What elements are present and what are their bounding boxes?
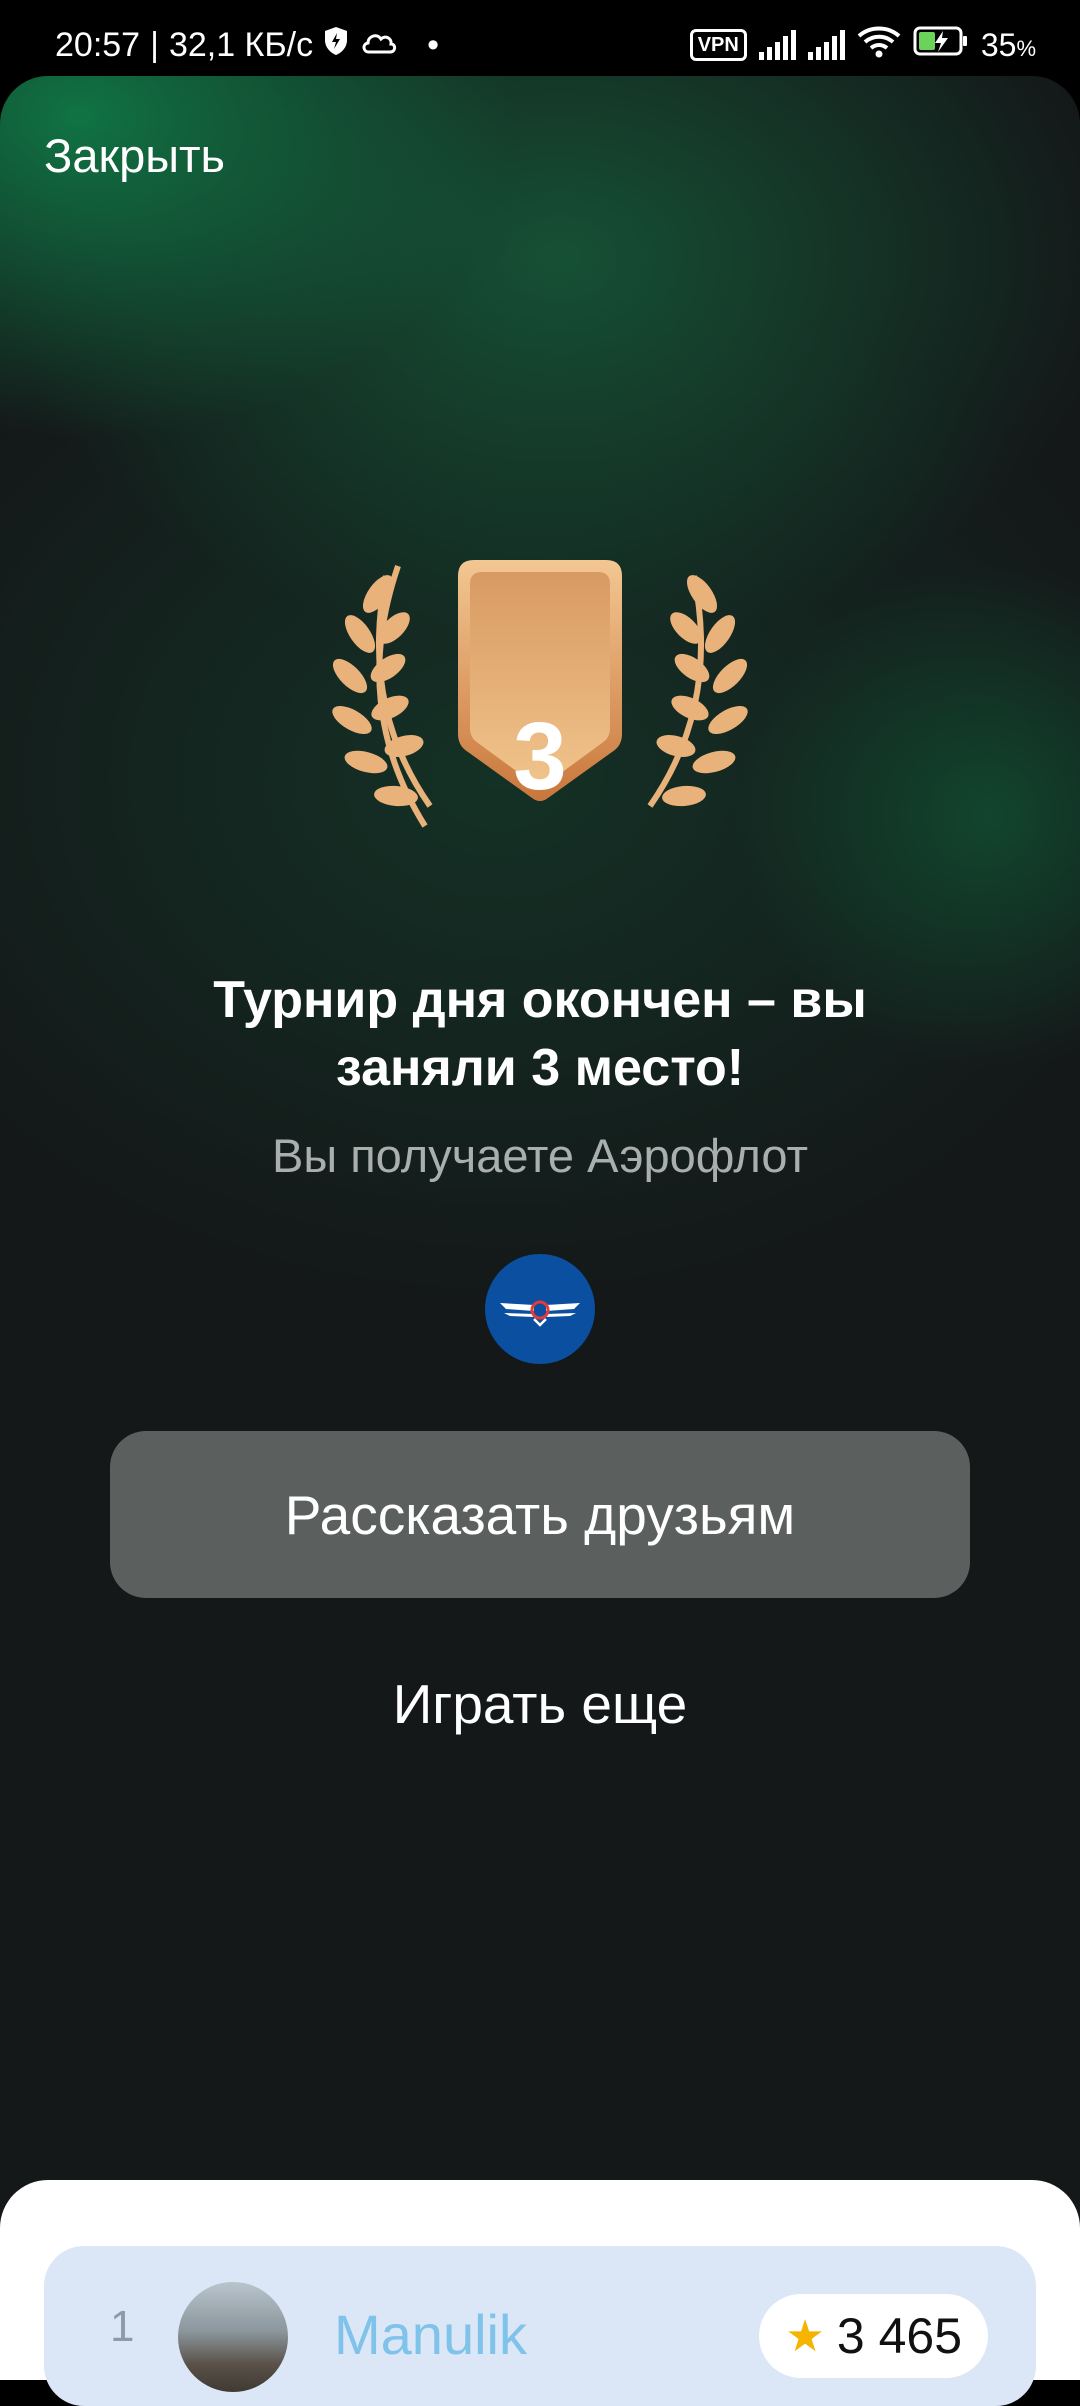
play-again-button[interactable]: Играть еще [0,1672,1080,1736]
cloud-icon [359,26,399,65]
battery-charging-icon [913,25,969,65]
winged-emblem-icon [500,1300,580,1327]
share-with-friends-button[interactable]: Рассказать друзьям [110,1431,970,1598]
status-dot: • [427,26,440,64]
leaderboard-rank: 1 [110,2302,135,2351]
battery-percent: 35% [980,26,1036,63]
score-badge: ★ 3 465 [759,2294,988,2378]
close-button[interactable]: Закрыть [44,128,225,183]
result-title: Турнир дня окончен – вы заняли 3 место! [0,966,1080,1102]
third-place-badge: 3 [320,556,760,836]
status-right: VPN 35% [689,24,1036,66]
signal-icon [807,30,845,60]
result-title-line-1: Турнир дня окончен – вы [213,971,867,1029]
signal-icon [758,30,796,60]
status-time: 20:57 [55,26,141,64]
leaderboard-panel: 1 Manulik ★ 3 465 [0,2180,1080,2406]
status-bar: 20:57 | 32,1 КБ/с • VPN 35% [0,0,1080,80]
reward-subtitle: Вы получаете Аэрофлот [272,1129,808,1182]
result-title-line-2: заняли 3 место! [335,1039,745,1097]
place-number: 3 [513,703,567,810]
leaderboard-score: 3 465 [836,2308,962,2364]
star-icon: ★ [785,2311,825,2361]
result-sheet: Закрыть 3 Турнир дня окончен – вы заняли… [0,76,1080,2340]
wifi-icon [857,24,901,66]
status-speed: 32,1 КБ/с [168,26,314,64]
vpn-badge: VPN [689,29,747,61]
status-separator: | [150,26,159,64]
aeroflot-logo [485,1254,595,1364]
leaderboard-player-name: Manulik [334,2303,527,2366]
avatar [178,2282,288,2392]
table-row[interactable]: 1 Manulik ★ 3 465 [44,2246,1036,2406]
shield-bolt-icon [323,26,349,65]
status-left: 20:57 | 32,1 КБ/с • [55,26,439,65]
